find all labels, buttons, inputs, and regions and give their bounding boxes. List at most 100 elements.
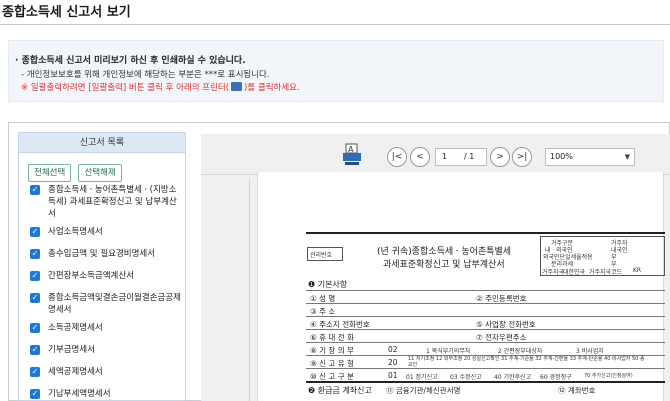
checkbox-icon[interactable]: ✓ [30, 367, 40, 377]
form-rule [306, 290, 665, 291]
report-item[interactable]: ✓ 종합소득금액및결손금이월결손금공제명세서 [28, 292, 184, 316]
checkbox-icon[interactable]: ✓ [30, 345, 40, 355]
row-label: 사업장 전화번호 [485, 320, 536, 329]
deselect-button[interactable]: 선택해제 [78, 164, 122, 182]
report-item-label: 간편장부소득금액계산서 [48, 271, 135, 281]
report-item-label: 종합소득금액및결손금이월결손금공제명세서 [48, 293, 181, 315]
print-icon[interactable]: A [342, 143, 362, 167]
report-list: ✓ 종합소득세ㆍ농어촌특별세ㆍ(지방소득세) 과세표준확정신고 및 납부계산서 ✓… [28, 184, 184, 400]
last-page-button[interactable]: >| [512, 147, 532, 167]
first-page-button[interactable]: |< [387, 147, 407, 167]
section-basic-info: ❶ 기본사항 [308, 280, 348, 289]
notice-line-3-post: )를 클릭하세요. [244, 83, 300, 93]
bookkeeping-opt: 2 간편장부대상자 [498, 348, 543, 355]
prev-page-button[interactable]: < [410, 147, 430, 167]
row-label: 신 고 구 분 [319, 372, 354, 381]
notice-line-2: - 개인정보보호를 위해 개인정보에 해당하는 부분은 ***로 표시됩니다. [21, 70, 270, 80]
form-title-line-2: 과세표준확정신고 및 납부계산서 [383, 260, 505, 270]
report-item[interactable]: ✓ 사업소득명세서 [28, 226, 184, 238]
checkbox-icon[interactable]: ✓ [30, 389, 40, 399]
checkbox-icon[interactable]: ✓ [30, 293, 40, 303]
row-num: ⑤ [476, 320, 483, 329]
printer-icon [231, 82, 243, 91]
row-num: ⑧ [310, 346, 317, 355]
form-rule [306, 381, 665, 383]
report-item[interactable]: ✓ 총수입금액 및 필요경비명세서 [28, 248, 184, 260]
status-label: 거주지국 [542, 269, 565, 276]
mgmt-no-label: 관리번호 [310, 252, 333, 259]
form-rule [306, 303, 665, 304]
account-number-label: ⑫ 계좌번호 [558, 386, 596, 395]
report-item[interactable]: ✓ 세액공제명세서 [28, 366, 184, 378]
row-label: 주민등록번호 [485, 294, 527, 303]
checkbox-icon[interactable]: ✓ [30, 323, 40, 333]
page-total: / 1 [464, 152, 475, 161]
report-item[interactable]: ✓ 간편장부소득금액계산서 [28, 270, 184, 282]
form-title-line-1: (년 귀속)종합소득세ㆍ농어촌특별세 [377, 247, 512, 257]
notice-box: · 종합소득세 신고서 미리보기 하신 후 인쇄하실 수 있습니다. - 개인정… [8, 40, 664, 102]
bookkeeping-opt: 1 복식부기의무자 [426, 348, 471, 355]
bank-name-label: ⑪ 금융기관/체신관서명 [386, 386, 461, 395]
zoom-select[interactable]: 100% ▼ [545, 148, 635, 166]
report-type-value: 20 [388, 358, 398, 367]
row-label: 전자우편주소 [485, 333, 527, 342]
report-item[interactable]: ✓ 기부금명세서 [28, 344, 184, 356]
document-page: 관리번호 (년 귀속)종합소득세ㆍ농어촌특별세 과세표준확정신고 및 납부계산서… [257, 172, 665, 401]
report-class-opt: 70 추가신고(인정상여) [584, 373, 633, 379]
report-item[interactable]: ✓ 기납부세액명세서 [28, 388, 184, 400]
report-type-options: 11 자기조정 12 외부조정 20 성실신고확인 31 추계-기준율 32 추… [408, 356, 645, 368]
report-item-label: 총수입금액 및 필요경비명세서 [48, 249, 156, 259]
report-item[interactable]: ✓ 소득공제명세서 [28, 322, 184, 334]
report-class-opt: 40 기한후신고 [494, 374, 532, 381]
row-label: 주 소 [319, 307, 336, 316]
report-list-panel: 신고서 목록 전체선택 선택해제 ✓ 종합소득세ㆍ농어촌특별세ㆍ(지방소득세) 과… [18, 132, 186, 401]
notice-line-3-pre: ※ 일괄출력하려면 [일괄출력] 버튼 클릭 후 아래의 프린터( [21, 83, 230, 93]
checkbox-icon[interactable]: ✓ [30, 185, 40, 195]
row-num: ⑨ [310, 359, 317, 368]
status-label: 거주지국코드 [589, 269, 623, 276]
report-item-label: 세액공제명세서 [48, 367, 103, 377]
report-item[interactable]: ✓ 종합소득세ㆍ농어촌특별세ㆍ(지방소득세) 과세표준확정신고 및 납부계산서 [28, 184, 184, 220]
section-refund-account: ❷ 환급금 계좌신고 [308, 386, 372, 395]
status-value: KR [633, 267, 642, 274]
notice-line-3: ※ 일괄출력하려면 [일괄출력] 버튼 클릭 후 아래의 프린터( )를 클릭하세… [21, 81, 300, 93]
row-label: 기 장 의 무 [319, 346, 354, 355]
report-class-opt: 01 정기신고 [406, 374, 438, 381]
form-rule [306, 342, 665, 343]
form-rule [306, 316, 665, 317]
page-number-input[interactable]: 1 / 1 [435, 148, 487, 166]
form-rule [306, 368, 665, 369]
report-class-opt: 60 경정청구 [540, 374, 572, 381]
row-num: ④ [310, 320, 317, 329]
viewer-left-rule [249, 179, 250, 401]
row-num: ⑩ [310, 372, 317, 381]
chevron-down-icon: ▼ [624, 153, 630, 161]
page-title: 종합소득세 신고서 보기 [2, 5, 131, 20]
checkbox-icon[interactable]: ✓ [30, 249, 40, 259]
page-current: 1 [442, 152, 448, 161]
row-num: ⑦ [476, 333, 483, 342]
report-class-opt: 03 수정신고 [450, 374, 482, 381]
row-label: 신 고 유 형 [319, 359, 354, 368]
report-list-header: 신고서 목록 [19, 133, 185, 153]
zoom-value: 100% [550, 152, 573, 161]
report-item-label: 종합소득세ㆍ농어촌특별세ㆍ(지방소득세) 과세표준확정신고 및 납부계산서 [48, 185, 177, 219]
checkbox-icon[interactable]: ✓ [30, 271, 40, 281]
row-label: 주소지 전화번호 [319, 320, 370, 329]
notice-line-1-text: 종합소득세 신고서 미리보기 하신 후 인쇄하실 수 있습니다. [21, 56, 246, 66]
row-num: ③ [310, 307, 317, 316]
row-num: ⑥ [310, 333, 317, 342]
select-all-button[interactable]: 전체선택 [28, 164, 72, 182]
report-item-label: 사업소득명세서 [48, 227, 103, 237]
checkbox-icon[interactable]: ✓ [30, 227, 40, 237]
row-label: 성 명 [319, 294, 336, 303]
report-item-label: 소득공제명세서 [48, 323, 103, 333]
mgmt-no-box: 관리번호 [307, 247, 343, 261]
bookkeeping-value: 02 [388, 345, 398, 354]
notice-line-1: · 종합소득세 신고서 미리보기 하신 후 인쇄하실 수 있습니다. [15, 56, 246, 66]
form-rule [306, 329, 665, 330]
svg-text:A: A [348, 145, 354, 154]
next-page-button[interactable]: > [490, 147, 510, 167]
row-num: ① [310, 294, 317, 303]
document-viewer: A |< < 1 / 1 > >| 100% ▼ 관리번호 (년 귀속)종합소득세… [201, 134, 670, 401]
